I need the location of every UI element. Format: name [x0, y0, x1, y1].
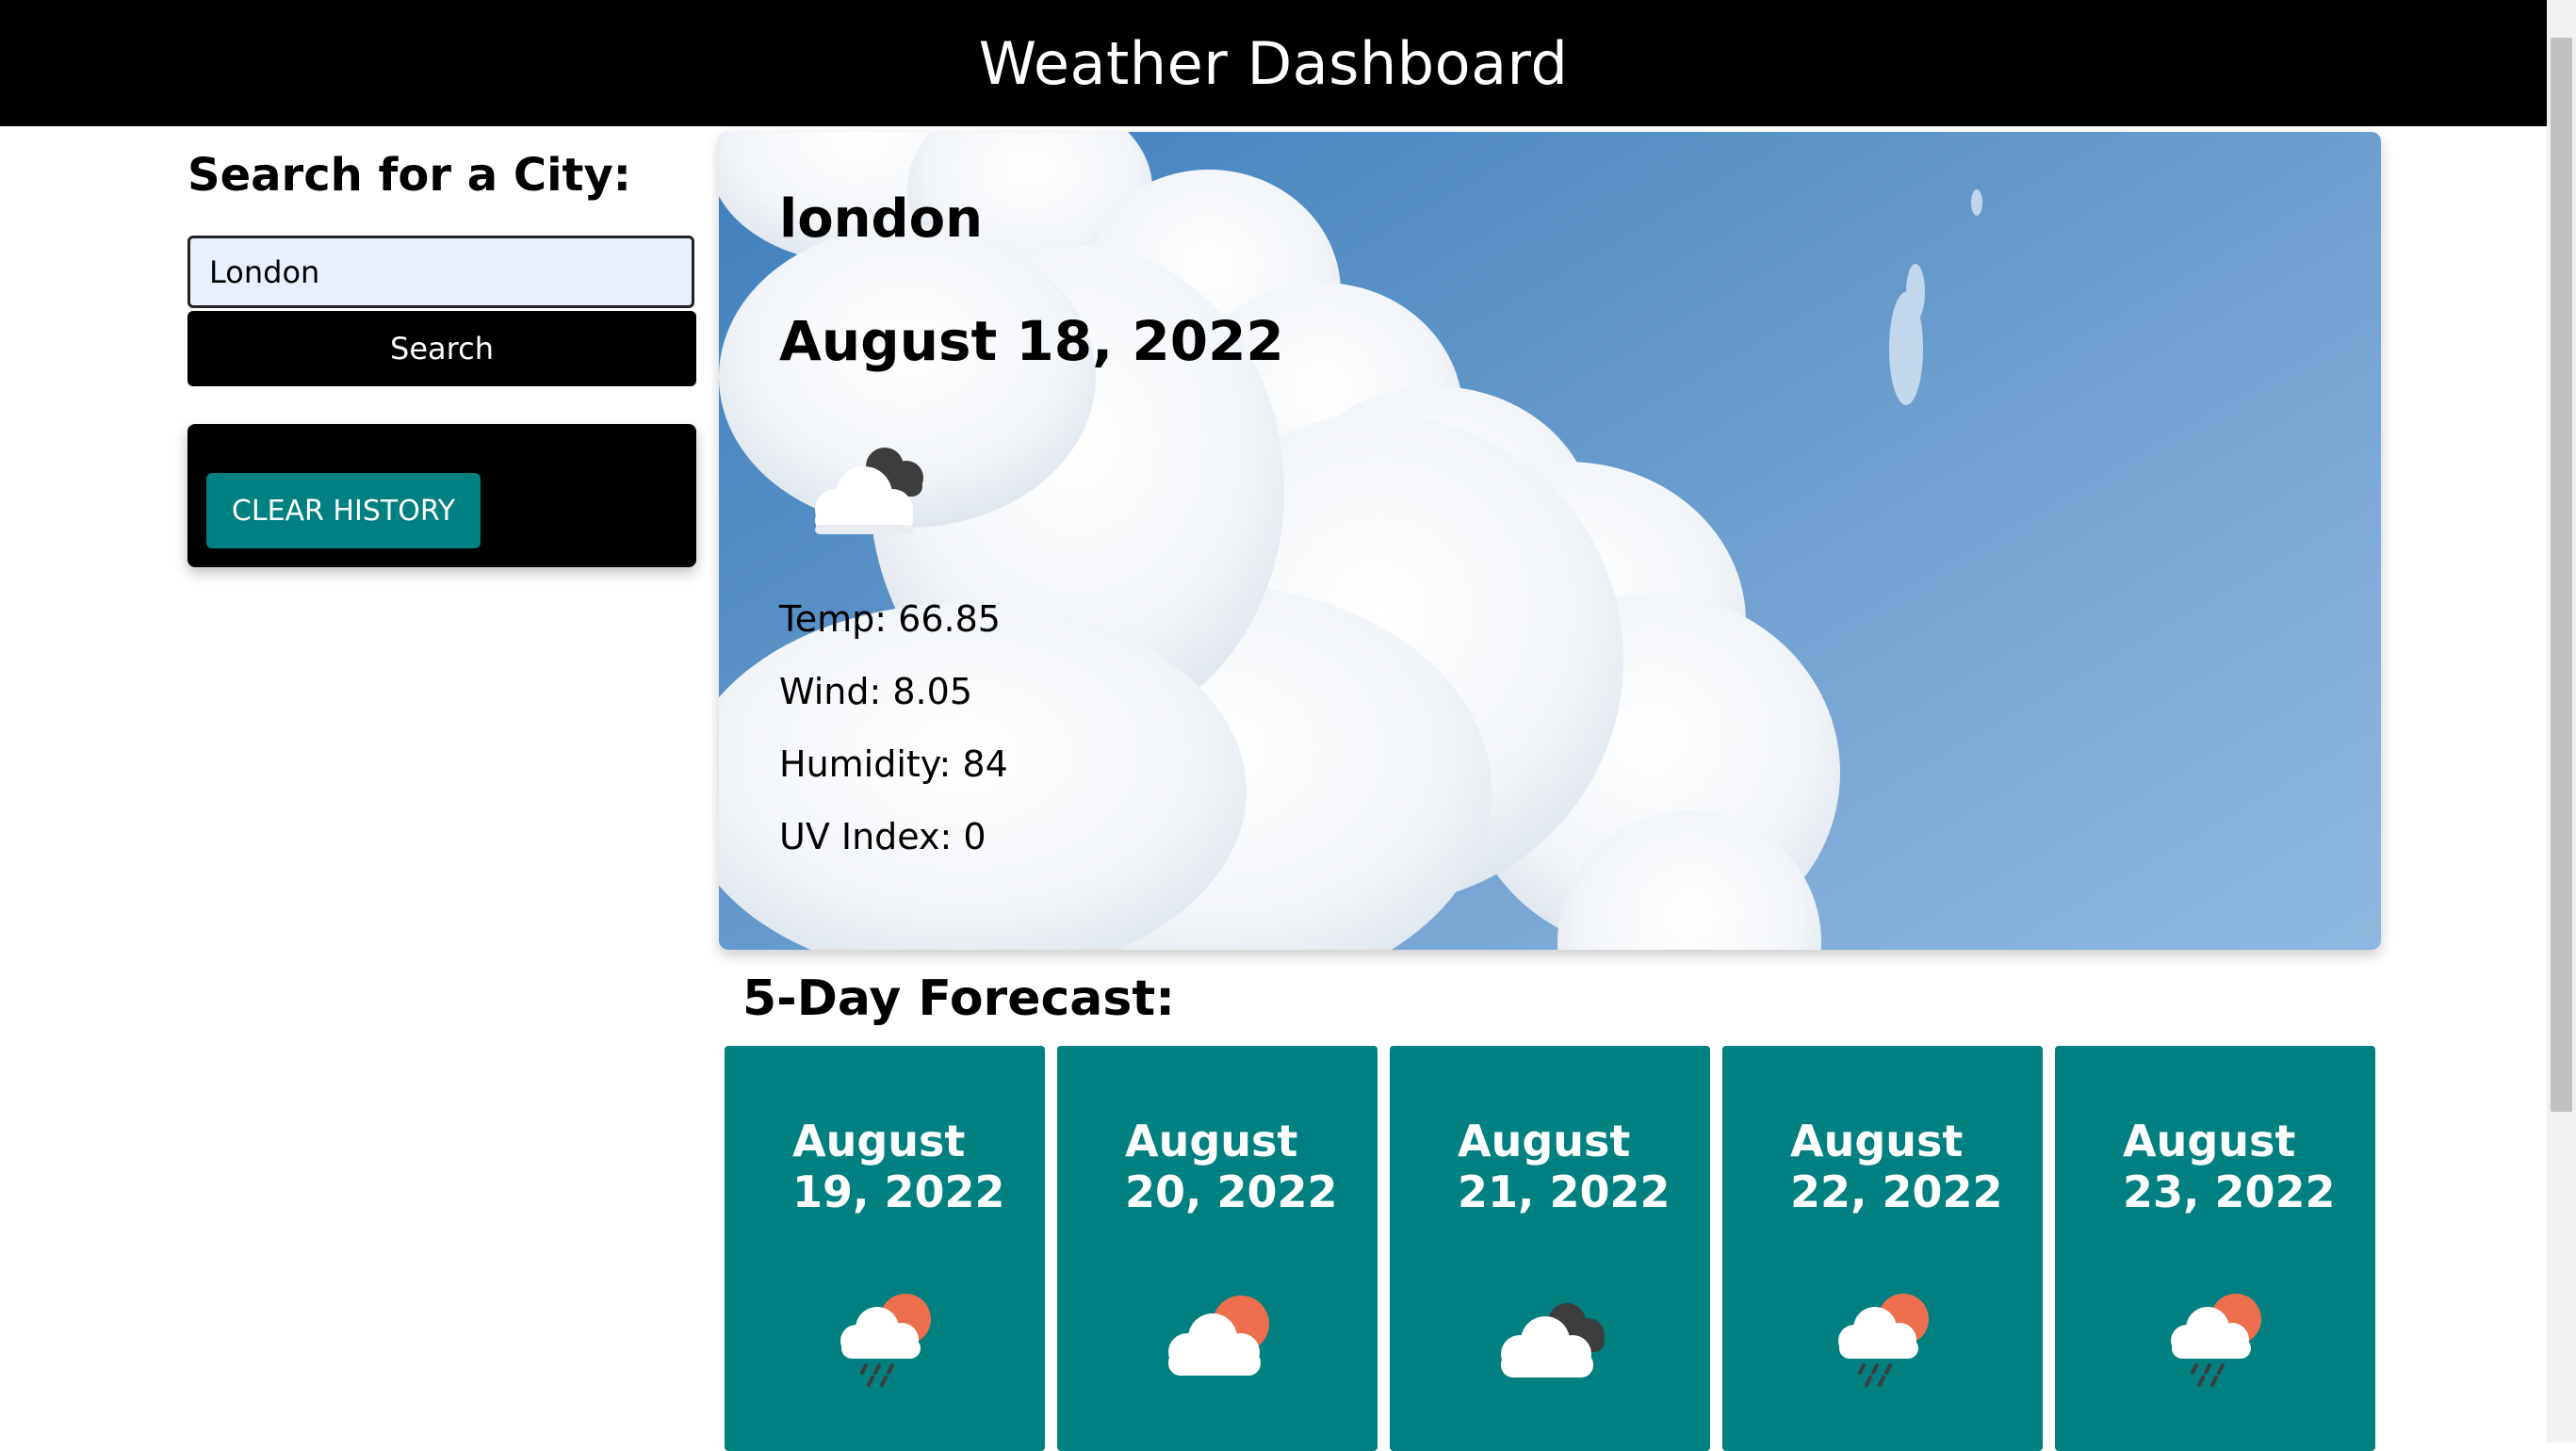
- current-date: August 18, 2022: [779, 309, 1284, 373]
- cloud-dark-icon: [1501, 1303, 1605, 1378]
- forecast-date: August 20, 2022: [1125, 1116, 1338, 1217]
- rain-sun-icon: [1838, 1294, 1929, 1387]
- app-title: Weather Dashboard: [978, 28, 1569, 98]
- search-title: Search for a City:: [187, 149, 631, 202]
- forecast-card: August 19, 2022: [725, 1046, 1045, 1451]
- scrollbar-thumb[interactable]: [2551, 38, 2572, 1112]
- uv-index-value: UV Index: 0: [779, 816, 986, 857]
- cloud-partly-dark-icon: [815, 448, 923, 534]
- humidity-value: Humidity: 84: [779, 743, 1008, 785]
- app-header: Weather Dashboard: [0, 0, 2547, 126]
- rain-sun-icon: [840, 1294, 931, 1387]
- cloud-sun-icon: [1168, 1296, 1269, 1376]
- forecast-date: August 21, 2022: [1458, 1116, 1671, 1217]
- forecast-card: August 23, 2022: [2055, 1046, 2375, 1451]
- forecast-card: August 22, 2022: [1722, 1046, 2043, 1451]
- current-weather-card: london August 18, 2022 Temp: 66.85 Wind:…: [719, 132, 2381, 950]
- forecast-date: August 22, 2022: [1790, 1116, 2003, 1217]
- forecast-card: August 20, 2022: [1057, 1046, 1378, 1451]
- search-history-panel: CLEAR HISTORY: [187, 424, 696, 567]
- forecast-card: August 21, 2022: [1390, 1046, 1710, 1451]
- wind-value: Wind: 8.05: [779, 671, 972, 712]
- page-scrollbar[interactable]: [2547, 0, 2576, 1443]
- temperature-value: Temp: 66.85: [779, 598, 1001, 640]
- forecast-date: August 23, 2022: [2123, 1116, 2336, 1217]
- city-search-input[interactable]: [187, 236, 694, 308]
- rain-sun-icon: [2171, 1294, 2261, 1387]
- city-name: london: [779, 188, 983, 250]
- search-button[interactable]: Search: [187, 311, 696, 386]
- forecast-date: August 19, 2022: [792, 1116, 1005, 1217]
- clear-history-button[interactable]: CLEAR HISTORY: [206, 473, 481, 548]
- forecast-title: 5-Day Forecast:: [742, 970, 1175, 1027]
